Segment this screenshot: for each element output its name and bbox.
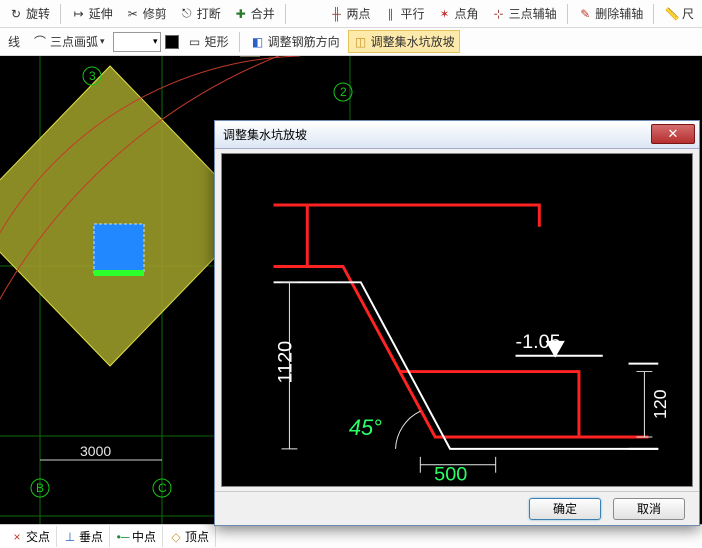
mid-icon: •─ xyxy=(116,530,130,544)
vertex-icon: ◇ xyxy=(169,530,183,544)
ruler-button[interactable]: 📏 尺 xyxy=(660,3,698,24)
snap-perp-label: 垂点 xyxy=(79,528,103,545)
elevation-label: -1.05 xyxy=(516,331,561,353)
snap-perp[interactable]: ⊥ 垂点 xyxy=(57,526,110,547)
toolbar-row-1: ↻ 旋转 ↦ 延伸 ✂ 修剪 ⎋ 打断 ✚ 合并 ╫ 两点 ∥ 平行 ✶ 点角 … xyxy=(0,0,702,28)
perp-icon: ⊥ xyxy=(63,530,77,544)
three-point-aux-button[interactable]: ⊹ 三点辅轴 xyxy=(487,3,561,24)
merge-button[interactable]: ✚ 合并 xyxy=(229,3,279,24)
node-2-label: 2 xyxy=(340,85,347,99)
angle-icon: ✶ xyxy=(437,6,453,22)
adjust-rebar-button[interactable]: ◧ 调整钢筋方向 xyxy=(246,31,344,52)
dim-120: 120 xyxy=(650,389,670,419)
angle-45: 45° xyxy=(349,415,382,440)
rotate-icon: ↻ xyxy=(8,6,24,22)
color-swatch[interactable] xyxy=(165,35,179,49)
trim-icon: ✂ xyxy=(125,6,141,22)
rotate-label: 旋转 xyxy=(26,5,50,22)
dim-1120: 1120 xyxy=(274,341,296,384)
dialog-drawing-area[interactable]: 1120 500 45° -1.05 xyxy=(221,153,693,487)
arc-icon: ⌒ xyxy=(32,34,48,50)
merge-label: 合并 xyxy=(251,5,275,22)
extend-icon: ↦ xyxy=(71,6,87,22)
three-point-icon: ⊹ xyxy=(491,6,507,22)
delete-aux-button[interactable]: ✎ 删除辅轴 xyxy=(573,3,647,24)
separator xyxy=(285,4,286,24)
rect-label: 矩形 xyxy=(205,33,229,50)
node-b-label: B xyxy=(36,481,44,495)
cancel-button[interactable]: 取消 xyxy=(613,498,685,520)
dialog-svg: 1120 500 45° -1.05 xyxy=(222,154,692,486)
value-dropdown[interactable]: ▾ xyxy=(113,32,161,52)
trim-button[interactable]: ✂ 修剪 xyxy=(121,3,171,24)
dialog-title-text: 调整集水坑放坡 xyxy=(223,126,307,143)
slope-icon: ◫ xyxy=(353,34,369,50)
rect-button[interactable]: ▭ 矩形 xyxy=(183,31,233,52)
ruler-label: 尺 xyxy=(682,5,694,22)
line-button[interactable]: 线 xyxy=(4,31,24,52)
dialog-titlebar[interactable]: 调整集水坑放坡 ✕ xyxy=(215,121,699,149)
two-point-icon: ╫ xyxy=(329,6,345,22)
three-point-aux-label: 三点辅轴 xyxy=(509,5,557,22)
parallel-icon: ∥ xyxy=(383,6,399,22)
separator xyxy=(239,32,240,52)
snap-vertex[interactable]: ◇ 顶点 xyxy=(163,526,216,547)
ruler-icon: 📏 xyxy=(664,6,680,22)
dim-500: 500 xyxy=(434,464,467,486)
adjust-rebar-label: 调整钢筋方向 xyxy=(268,33,340,50)
arc-label: 三点画弧 xyxy=(50,33,98,50)
snap-intersect[interactable]: × 交点 xyxy=(4,526,57,547)
adjust-sump-button[interactable]: ◫ 调整集水坑放坡 xyxy=(348,30,460,53)
close-button[interactable]: ✕ xyxy=(651,124,695,144)
cancel-label: 取消 xyxy=(637,500,661,517)
dimension-3000: 3000 xyxy=(80,443,111,459)
delete-aux-label: 删除辅轴 xyxy=(595,5,643,22)
snap-mid[interactable]: •─ 中点 xyxy=(110,526,163,547)
line-label: 线 xyxy=(8,33,20,50)
separator xyxy=(653,4,654,24)
snap-bar: × 交点 ⊥ 垂点 •─ 中点 ◇ 顶点 xyxy=(0,524,702,548)
extend-label: 延伸 xyxy=(89,5,113,22)
direction-icon: ◧ xyxy=(250,34,266,50)
separator xyxy=(567,4,568,24)
snap-mid-label: 中点 xyxy=(132,528,156,545)
ok-button[interactable]: 确定 xyxy=(529,498,601,520)
rect-icon: ▭ xyxy=(187,34,203,50)
node-c-label: C xyxy=(158,481,167,495)
point-angle-label: 点角 xyxy=(455,5,479,22)
trim-label: 修剪 xyxy=(143,5,167,22)
two-point-label: 两点 xyxy=(347,5,371,22)
toolbar-row-2: 线 ⌒ 三点画弧 ▾ ▾ ▭ 矩形 ◧ 调整钢筋方向 ◫ 调整集水坑放坡 xyxy=(0,28,702,56)
dialog-footer: 确定 取消 xyxy=(215,491,699,525)
sump-slope-dialog: 调整集水坑放坡 ✕ 1120 xyxy=(214,120,700,526)
intersect-icon: × xyxy=(10,530,24,544)
break-icon: ⎋ xyxy=(179,6,195,22)
snap-intersect-label: 交点 xyxy=(26,528,50,545)
delete-icon: ✎ xyxy=(577,6,593,22)
rotate-button[interactable]: ↻ 旋转 xyxy=(4,3,54,24)
ok-label: 确定 xyxy=(553,500,577,517)
adjust-sump-label: 调整集水坑放坡 xyxy=(371,33,455,50)
two-point-button[interactable]: ╫ 两点 xyxy=(325,3,375,24)
parallel-button[interactable]: ∥ 平行 xyxy=(379,3,429,24)
node-3-label: 3 xyxy=(89,69,96,83)
snap-vertex-label: 顶点 xyxy=(185,528,209,545)
parallel-label: 平行 xyxy=(401,5,425,22)
merge-icon: ✚ xyxy=(233,6,249,22)
break-label: 打断 xyxy=(197,5,221,22)
extend-button[interactable]: ↦ 延伸 xyxy=(67,3,117,24)
close-icon: ✕ xyxy=(668,126,679,142)
arc-button[interactable]: ⌒ 三点画弧 ▾ xyxy=(28,31,109,52)
point-angle-button[interactable]: ✶ 点角 xyxy=(433,3,483,24)
break-button[interactable]: ⎋ 打断 xyxy=(175,3,225,24)
separator xyxy=(60,4,61,24)
chevron-down-icon: ▾ xyxy=(100,36,105,47)
chevron-down-icon: ▾ xyxy=(153,36,158,47)
